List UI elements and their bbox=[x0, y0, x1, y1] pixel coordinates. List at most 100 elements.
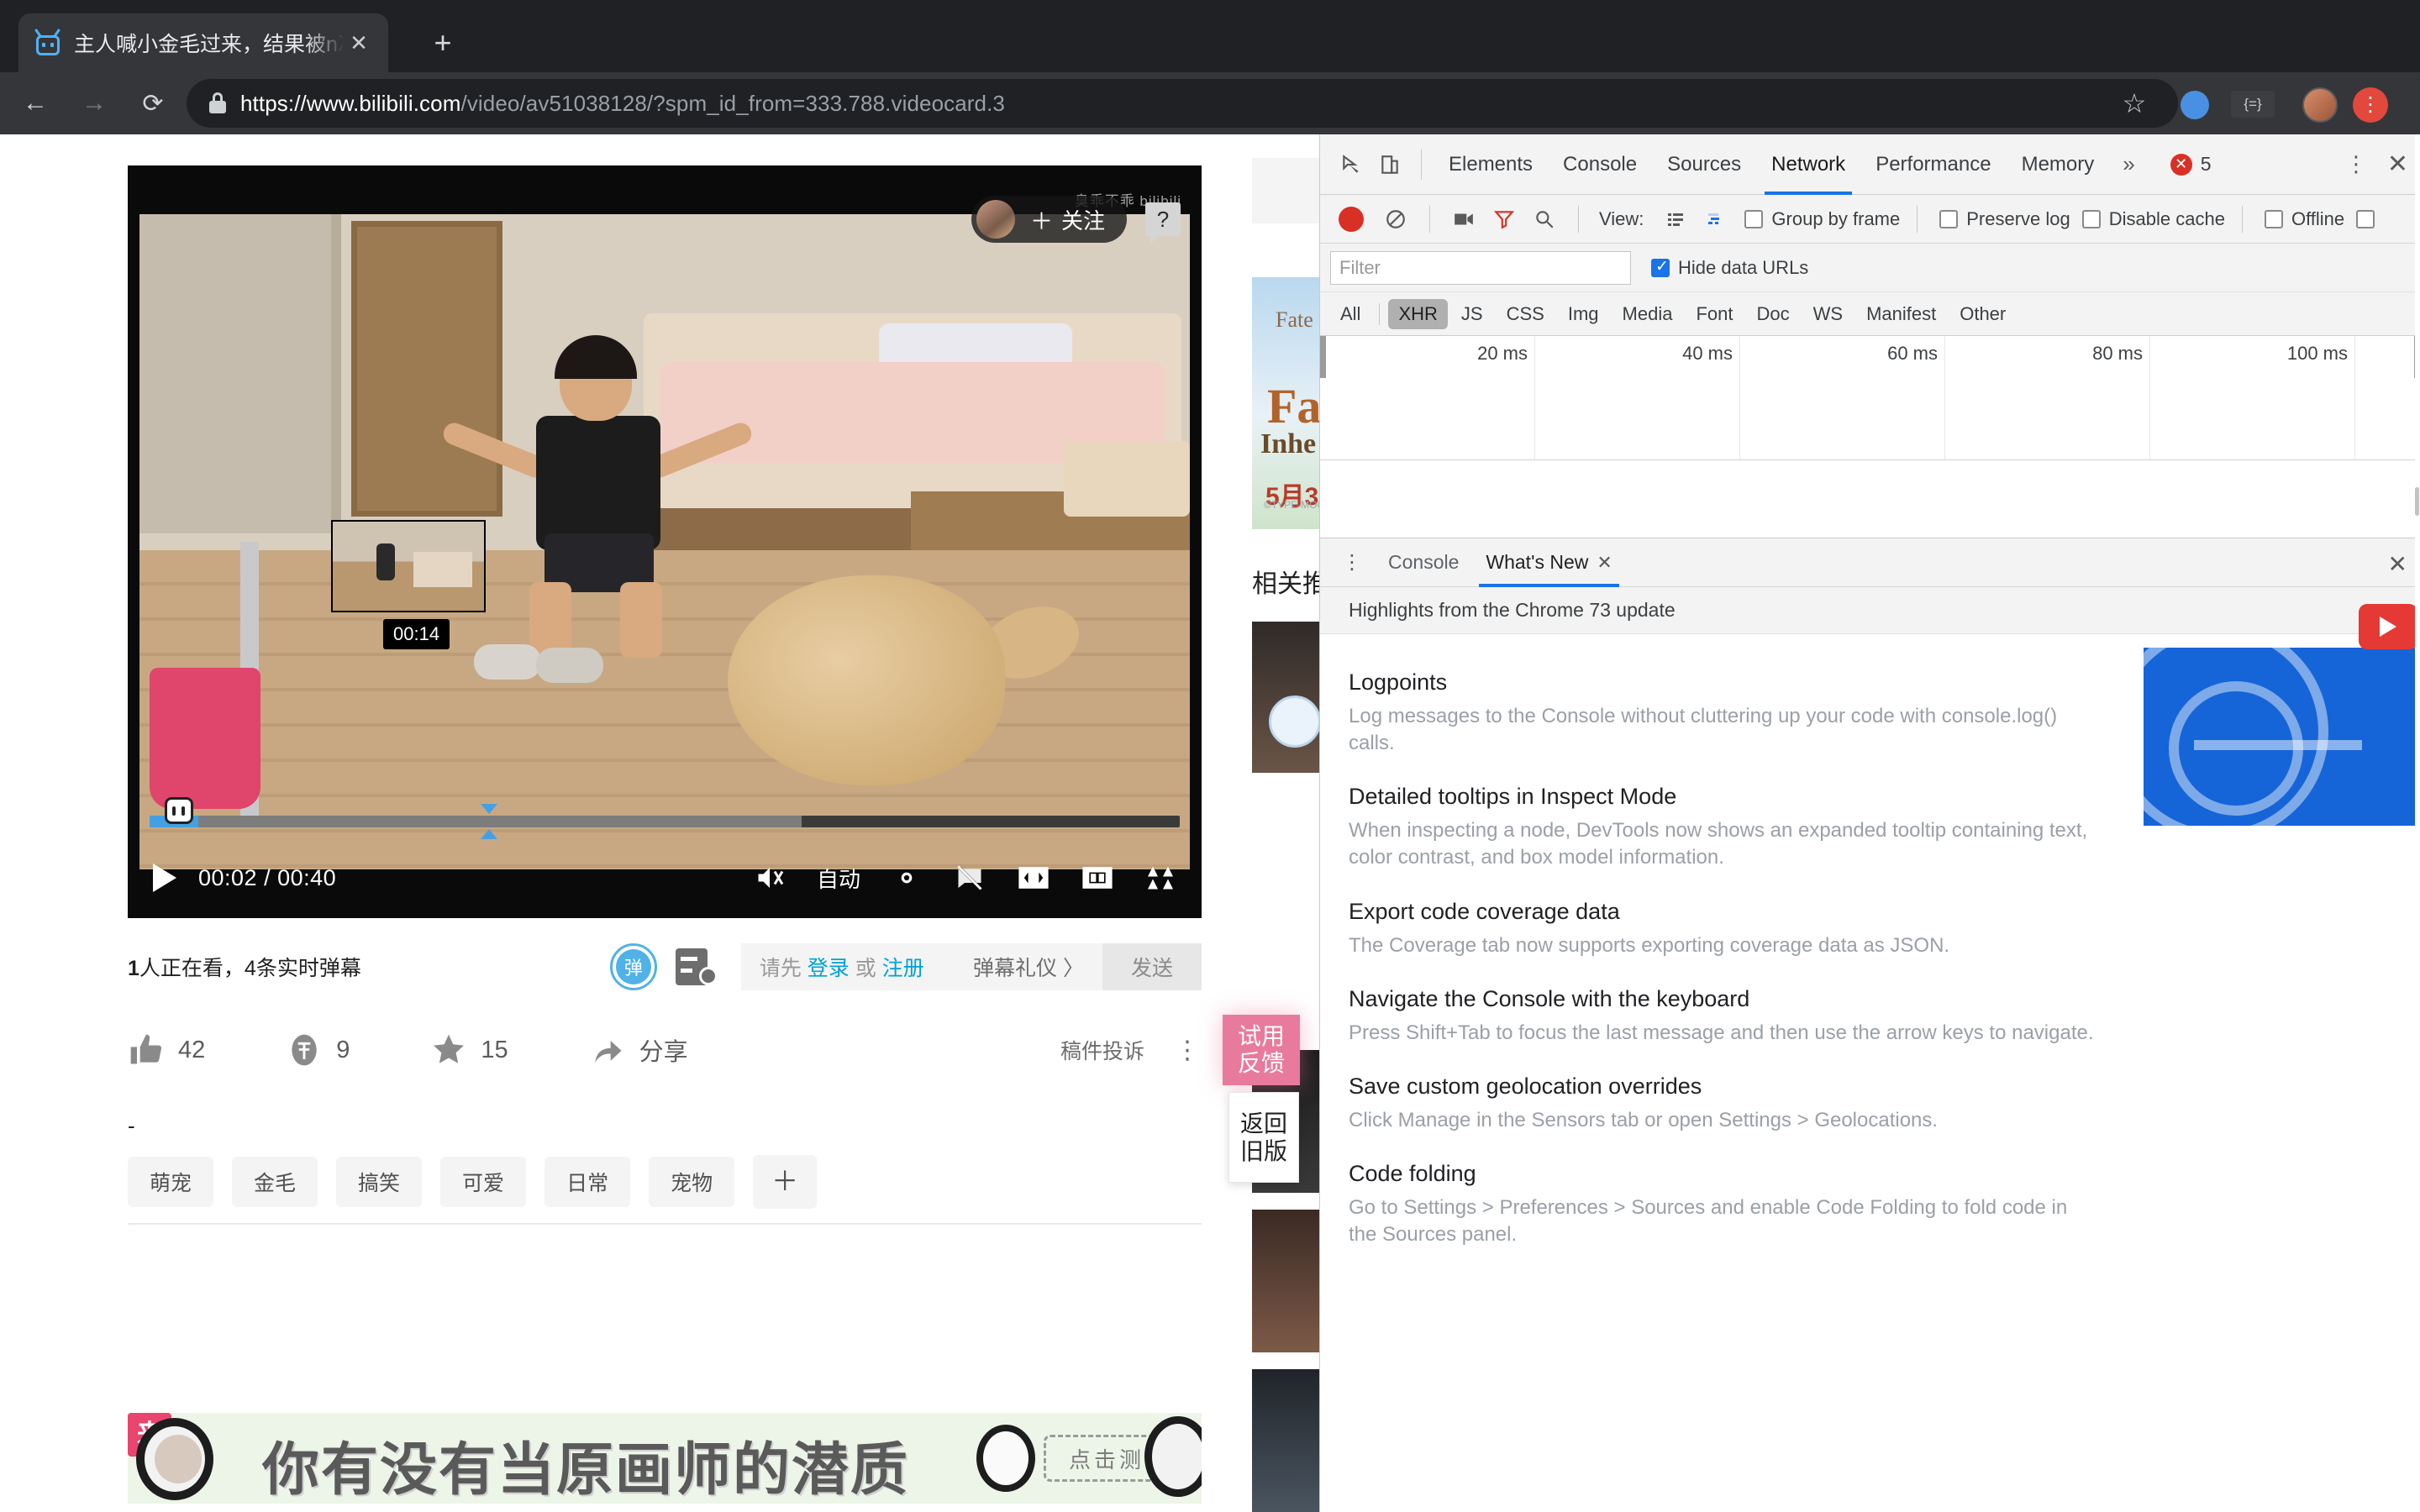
play-icon[interactable] bbox=[153, 864, 176, 892]
tag-item[interactable]: 金毛 bbox=[232, 1157, 318, 1207]
danmaku-etiquette-link[interactable]: 弹幕礼仪 〉 bbox=[973, 952, 1084, 982]
danmaku-send-button[interactable]: 发送 bbox=[1102, 943, 1202, 990]
devtools-close-icon[interactable]: ✕ bbox=[2387, 150, 2408, 179]
forward-icon[interactable]: → bbox=[71, 80, 118, 127]
video-progress-bar[interactable] bbox=[128, 797, 1202, 839]
progress-handle[interactable] bbox=[165, 797, 193, 824]
checkbox[interactable] bbox=[2264, 209, 2283, 228]
group-by-frame-checkbox[interactable]: Group by frame bbox=[1744, 208, 1900, 230]
tab-console[interactable]: Console bbox=[1548, 134, 1652, 195]
hide-data-urls-checkbox[interactable]: Hide data URLs bbox=[1651, 257, 1808, 279]
wide-screen-icon[interactable] bbox=[1017, 864, 1050, 891]
inspect-element-icon[interactable] bbox=[1332, 145, 1370, 184]
video-player[interactable]: 臭乖不乖 bilibili ＋ 关注 ? 00:14 00:02 / 00:40… bbox=[128, 165, 1202, 918]
report-link[interactable]: 稿件投诉 bbox=[1060, 1035, 1144, 1065]
drawer-menu-icon[interactable]: ⋮ bbox=[1330, 550, 1375, 575]
network-timeline-overview[interactable]: 20 ms 40 ms 60 ms 80 ms 100 ms bbox=[1320, 336, 2420, 460]
filter-input[interactable]: Filter bbox=[1330, 250, 1631, 285]
fullscreen-icon[interactable] bbox=[1144, 863, 1176, 893]
follow-button[interactable]: ＋ 关注 bbox=[971, 196, 1128, 243]
promo-banner[interactable]: 来 你有没有当原画师的潜质 点击测试 bbox=[128, 1413, 1202, 1504]
favorite-button[interactable]: 15 bbox=[430, 1032, 508, 1068]
browser-menu-icon[interactable]: ⋮ bbox=[2353, 87, 2388, 123]
new-tab-button[interactable]: + bbox=[424, 25, 461, 62]
type-filter-other[interactable]: Other bbox=[1949, 299, 2016, 329]
scrollbar-thumb[interactable] bbox=[2415, 487, 2419, 516]
related-video-thumb[interactable] bbox=[1252, 622, 1328, 773]
old-version-button[interactable]: 返回 旧版 bbox=[1228, 1092, 1299, 1183]
tag-item[interactable]: 日常 bbox=[544, 1157, 631, 1207]
type-filter-css[interactable]: CSS bbox=[1497, 299, 1555, 329]
more-options-icon[interactable]: ⋮ bbox=[1175, 1036, 1202, 1065]
checkbox[interactable] bbox=[1744, 209, 1764, 228]
drawer-tab-console[interactable]: Console bbox=[1375, 538, 1472, 587]
like-button[interactable]: 42 bbox=[128, 1032, 205, 1068]
error-indicator[interactable]: ✕ 5 bbox=[2170, 153, 2212, 176]
type-filter-font[interactable]: Font bbox=[1686, 299, 1743, 329]
mute-icon[interactable] bbox=[753, 863, 786, 893]
related-video-thumb[interactable] bbox=[1252, 1369, 1328, 1512]
browser-tab[interactable]: 主人喊小金毛过来，结果被n次无 ✕ bbox=[18, 13, 388, 72]
related-video-thumb[interactable] bbox=[1252, 1210, 1328, 1352]
more-tabs-icon[interactable]: » bbox=[2109, 151, 2148, 177]
disable-cache-checkbox[interactable]: Disable cache bbox=[2081, 208, 2225, 230]
register-link[interactable]: 注册 bbox=[882, 957, 924, 980]
filter-icon[interactable] bbox=[1487, 202, 1521, 236]
type-filter-js[interactable]: JS bbox=[1451, 299, 1493, 329]
preserve-log-checkbox[interactable]: Preserve log bbox=[1939, 208, 2070, 230]
share-button[interactable]: 分享 bbox=[589, 1032, 688, 1068]
checkbox[interactable] bbox=[1651, 257, 1670, 277]
offline-checkbox[interactable]: Offline bbox=[2264, 208, 2344, 230]
devtools-scrollbar[interactable] bbox=[2415, 134, 2420, 1512]
devtools-menu-icon[interactable]: ⋮ bbox=[2345, 151, 2368, 177]
coin-button[interactable]: 9 bbox=[286, 1032, 350, 1068]
login-link[interactable]: 登录 bbox=[808, 957, 850, 980]
tab-performance[interactable]: Performance bbox=[1860, 134, 2006, 195]
tab-sources[interactable]: Sources bbox=[1652, 134, 1756, 195]
drawer-close-icon[interactable]: ✕ bbox=[2388, 550, 2407, 578]
progress-track[interactable] bbox=[150, 816, 1180, 827]
uploader-avatar[interactable] bbox=[976, 200, 1015, 239]
extension-icon-1[interactable] bbox=[2181, 91, 2209, 119]
type-filter-xhr[interactable]: XHR bbox=[1388, 298, 1448, 329]
capture-screenshots-icon[interactable] bbox=[1447, 202, 1481, 236]
close-icon[interactable]: ✕ bbox=[345, 30, 373, 56]
device-toolbar-icon[interactable] bbox=[1370, 145, 1409, 184]
type-filter-all[interactable]: All bbox=[1330, 299, 1370, 329]
tag-item[interactable]: 搞笑 bbox=[336, 1157, 423, 1207]
tag-item[interactable]: 萌宠 bbox=[128, 1157, 214, 1207]
tab-memory[interactable]: Memory bbox=[2007, 134, 2110, 195]
tab-elements[interactable]: Elements bbox=[1434, 134, 1548, 195]
help-icon[interactable]: ? bbox=[1145, 202, 1181, 244]
back-icon[interactable]: ← bbox=[12, 80, 59, 127]
extension-icon-2[interactable]: {=} bbox=[2231, 91, 2275, 118]
type-filter-manifest[interactable]: Manifest bbox=[1856, 299, 1946, 329]
checkbox[interactable] bbox=[2356, 209, 2375, 228]
whats-new-video-thumbnail[interactable] bbox=[2144, 648, 2420, 826]
close-icon[interactable]: ✕ bbox=[1597, 552, 1612, 574]
type-filter-doc[interactable]: Doc bbox=[1746, 299, 1799, 329]
tab-network[interactable]: Network bbox=[1756, 134, 1860, 195]
danmaku-input[interactable]: 请先 登录 或 注册 弹幕礼仪 〉 bbox=[740, 943, 1102, 990]
type-filter-img[interactable]: Img bbox=[1558, 299, 1609, 329]
checkbox[interactable] bbox=[2081, 209, 2101, 228]
drawer-tab-whats-new[interactable]: What's New ✕ bbox=[1472, 538, 1625, 587]
clear-icon[interactable] bbox=[1379, 202, 1413, 236]
gear-icon[interactable] bbox=[891, 862, 923, 894]
reload-icon[interactable]: ⟳ bbox=[129, 80, 176, 127]
quality-label[interactable]: 自动 bbox=[817, 863, 860, 894]
danmaku-off-icon[interactable] bbox=[953, 863, 986, 893]
record-button[interactable] bbox=[1339, 206, 1364, 232]
tag-item[interactable]: 可爱 bbox=[440, 1157, 527, 1207]
checkbox[interactable] bbox=[1939, 209, 1959, 228]
address-bar[interactable]: https://www.bilibili.com/video/av5103812… bbox=[187, 79, 2178, 128]
play-video-icon[interactable] bbox=[2359, 604, 2417, 649]
danmaku-toggle[interactable]: 弹 bbox=[609, 943, 657, 990]
add-tag-button[interactable]: ＋ bbox=[753, 1155, 818, 1209]
profile-avatar[interactable] bbox=[2302, 87, 2338, 123]
type-filter-ws[interactable]: WS bbox=[1803, 299, 1853, 329]
danmaku-settings-icon[interactable] bbox=[675, 948, 718, 985]
tag-item[interactable]: 宠物 bbox=[649, 1157, 735, 1207]
type-filter-media[interactable]: Media bbox=[1612, 299, 1683, 329]
list-view-icon[interactable] bbox=[1659, 202, 1692, 236]
